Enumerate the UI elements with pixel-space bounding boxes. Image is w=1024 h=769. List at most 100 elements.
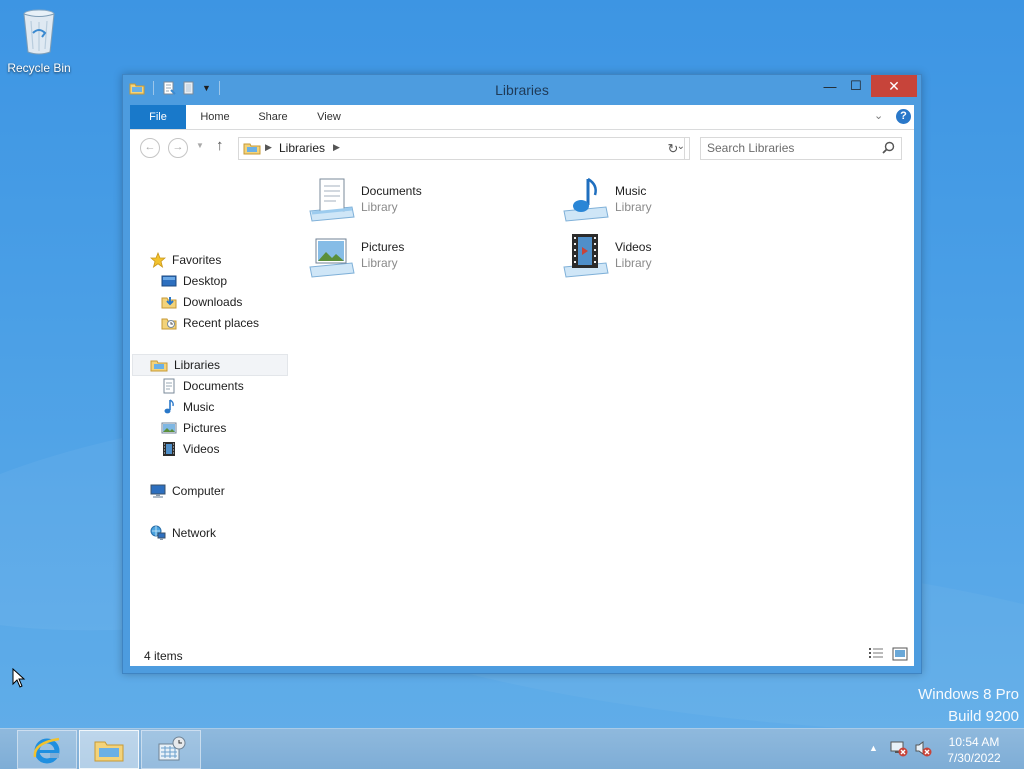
pictures-icon bbox=[161, 422, 177, 434]
taskbar-control-panel[interactable] bbox=[141, 730, 201, 769]
up-button[interactable]: ↑ bbox=[216, 137, 224, 154]
minimize-button[interactable]: — bbox=[817, 75, 843, 97]
desktop-icon-recycle-bin[interactable]: Recycle Bin bbox=[4, 6, 74, 75]
tab-file[interactable]: File bbox=[130, 105, 186, 129]
nav-recent-places[interactable]: Recent places bbox=[161, 313, 259, 333]
library-name: Documents bbox=[361, 184, 422, 198]
tab-view[interactable]: View bbox=[304, 105, 354, 129]
network-icon bbox=[150, 525, 166, 540]
maximize-button[interactable]: ☐ bbox=[843, 75, 869, 97]
breadcrumb-libraries[interactable]: Libraries bbox=[279, 141, 325, 155]
pictures-library-icon bbox=[309, 238, 355, 278]
title-bar[interactable]: ▼ Libraries — ☐ ✕ bbox=[123, 75, 921, 105]
library-type: Library bbox=[615, 200, 652, 214]
libraries-icon bbox=[150, 360, 168, 372]
mouse-cursor-icon bbox=[12, 668, 26, 688]
breadcrumb-chevron-right-icon[interactable]: ▶ bbox=[333, 142, 340, 153]
documents-icon bbox=[163, 378, 175, 394]
back-button[interactable]: ← bbox=[140, 138, 160, 158]
library-tile-music[interactable]: Music Library bbox=[554, 175, 774, 223]
clock-time: 10:54 AM bbox=[948, 735, 1000, 749]
videos-icon bbox=[163, 442, 175, 456]
library-tile-pictures[interactable]: Pictures Library bbox=[300, 231, 520, 279]
downloads-icon bbox=[161, 297, 177, 309]
nav-videos[interactable]: Videos bbox=[161, 439, 219, 459]
help-button[interactable]: ? bbox=[896, 109, 911, 124]
desktop-icon-label: Recycle Bin bbox=[7, 61, 71, 75]
navigation-pane: Favorites Desktop Downloads Recent place… bbox=[130, 167, 290, 637]
desktop-icon bbox=[161, 275, 177, 287]
refresh-button[interactable]: ↻ bbox=[662, 137, 685, 160]
network-disconnected-icon[interactable] bbox=[890, 739, 908, 757]
close-button[interactable]: ✕ bbox=[871, 75, 917, 97]
nav-libraries[interactable]: Libraries bbox=[150, 355, 220, 375]
monitor-icon bbox=[158, 736, 186, 760]
clock-date: 7/30/2022 bbox=[947, 751, 1001, 765]
forward-button[interactable]: → bbox=[168, 138, 188, 158]
nav-item-label: Network bbox=[172, 526, 217, 540]
library-name: Pictures bbox=[361, 240, 405, 254]
watermark-build: Build 9200 bbox=[948, 708, 1019, 725]
nav-item-label: Libraries bbox=[174, 358, 221, 372]
library-type: Library bbox=[615, 256, 652, 270]
documents-library-icon bbox=[309, 178, 355, 222]
expand-ribbon-chevron-down-icon[interactable]: ⌄ bbox=[874, 109, 883, 122]
search-box[interactable] bbox=[700, 137, 902, 160]
nav-documents[interactable]: Documents bbox=[161, 376, 244, 396]
taskbar-file-explorer[interactable] bbox=[79, 730, 139, 769]
library-type: Library bbox=[361, 200, 398, 214]
nav-item-label: Documents bbox=[183, 379, 244, 393]
item-count: 4 items bbox=[144, 649, 183, 663]
libraries-icon bbox=[243, 143, 261, 155]
search-input[interactable] bbox=[707, 141, 867, 155]
watermark-edition: Windows 8 Pro bbox=[918, 686, 1019, 703]
nav-item-label: Recent places bbox=[183, 316, 260, 330]
library-name: Music bbox=[615, 184, 647, 198]
nav-music[interactable]: Music bbox=[161, 397, 214, 417]
library-tile-documents[interactable]: Documents Library bbox=[300, 175, 520, 223]
nav-item-label: Desktop bbox=[183, 274, 228, 288]
recent-places-icon bbox=[161, 318, 177, 330]
windows-watermark: Windows 8 Pro Build 9200 bbox=[918, 684, 1019, 728]
folder-icon bbox=[94, 741, 124, 761]
library-name: Videos bbox=[615, 240, 652, 254]
nav-favorites[interactable]: Favorites bbox=[150, 250, 221, 270]
ribbon-tabs: File Home Share View ⌄ ? bbox=[130, 105, 914, 130]
ie-icon bbox=[33, 737, 60, 763]
nav-desktop[interactable]: Desktop bbox=[161, 271, 227, 291]
address-bar[interactable]: ▶ Libraries ▶ ⌄ bbox=[238, 137, 690, 160]
nav-downloads[interactable]: Downloads bbox=[161, 292, 242, 312]
recycle-bin-icon bbox=[23, 9, 55, 55]
system-clock[interactable]: 10:54 AM 7/30/2022 bbox=[938, 734, 1010, 766]
nav-item-label: Music bbox=[183, 400, 215, 414]
tab-home[interactable]: Home bbox=[190, 105, 240, 129]
show-hidden-icons-chevron-up-icon[interactable]: ▲ bbox=[869, 743, 878, 753]
star-icon bbox=[150, 252, 166, 268]
library-tile-videos[interactable]: Videos Library bbox=[554, 231, 774, 279]
videos-library-icon bbox=[563, 234, 609, 278]
music-icon bbox=[164, 399, 174, 414]
details-view-icon[interactable] bbox=[868, 647, 884, 661]
nav-computer[interactable]: Computer bbox=[150, 481, 225, 501]
large-icons-view-icon[interactable] bbox=[892, 647, 908, 661]
status-bar: 4 items bbox=[130, 643, 914, 665]
recent-locations-chevron-down-icon[interactable]: ▼ bbox=[196, 141, 204, 150]
music-library-icon bbox=[563, 177, 609, 222]
nav-network[interactable]: Network bbox=[150, 523, 216, 543]
window-content: File Home Share View ⌄ ? ← → ▼ ↑ ▶ Libra… bbox=[130, 105, 914, 666]
breadcrumb-chevron-right-icon[interactable]: ▶ bbox=[265, 142, 272, 153]
nav-item-label: Videos bbox=[183, 442, 220, 456]
nav-pictures[interactable]: Pictures bbox=[161, 418, 226, 438]
search-icon[interactable] bbox=[882, 141, 895, 154]
navigation-bar: ← → ▼ ↑ ▶ Libraries ▶ ⌄ ↻ bbox=[130, 130, 914, 164]
taskbar: ▲ 10:54 AM 7/30/2022 bbox=[0, 728, 1024, 769]
taskbar-internet-explorer[interactable] bbox=[17, 730, 77, 769]
tab-share[interactable]: Share bbox=[248, 105, 298, 129]
computer-icon bbox=[150, 484, 166, 498]
nav-item-label: Downloads bbox=[183, 295, 243, 309]
nav-item-label: Favorites bbox=[172, 253, 222, 267]
volume-muted-icon[interactable] bbox=[914, 739, 932, 757]
file-list: Documents Library Music Library Pictures… bbox=[300, 167, 900, 287]
library-type: Library bbox=[361, 256, 398, 270]
nav-item-label: Pictures bbox=[183, 421, 227, 435]
